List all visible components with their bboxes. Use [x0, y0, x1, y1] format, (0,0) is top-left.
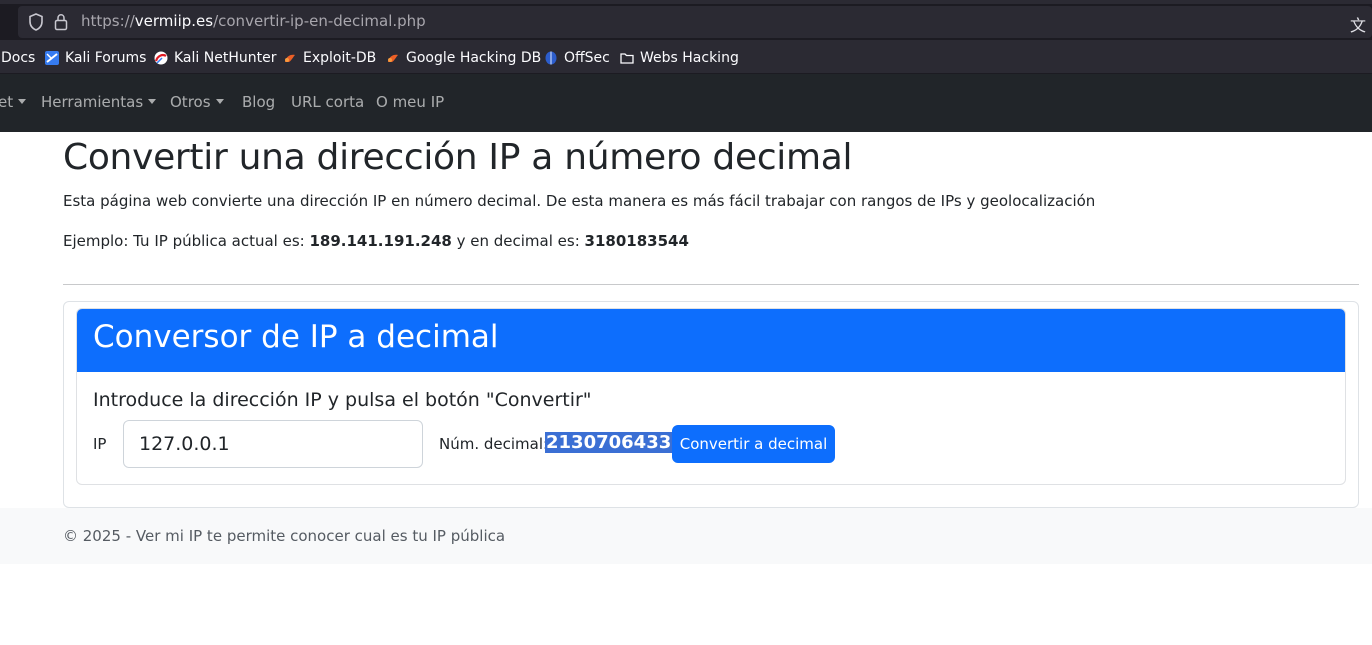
folder-icon — [620, 53, 634, 64]
converter-card-header: Conversor de IP a decimal — [77, 309, 1345, 372]
converter-instruction: Introduce la dirección IP y pulsa el bot… — [93, 389, 592, 411]
example-text: Ejemplo: Tu IP pública actual es: 189.14… — [63, 232, 689, 250]
page-lead: Esta página web convierte una dirección … — [63, 192, 1096, 210]
offsec-icon — [545, 51, 557, 65]
page-title: Convertir una dirección IP a número deci… — [63, 137, 853, 178]
bookmark-webs-hacking[interactable]: Webs Hacking — [620, 48, 739, 68]
chevron-down-icon — [215, 99, 224, 104]
ip-input[interactable] — [123, 420, 423, 468]
example-middle: y en decimal es: — [451, 232, 585, 250]
nav-label: Blog — [242, 93, 276, 111]
kali-nethunter-icon — [154, 51, 168, 65]
kali-forums-icon — [45, 51, 59, 65]
url-prefix: https:// — [81, 12, 135, 30]
footer-text: © 2025 - Ver mi IP te permite conocer cu… — [63, 527, 506, 545]
converter-title: Conversor de IP a decimal — [93, 319, 499, 355]
chevron-down-icon — [18, 99, 27, 104]
example-ip: 189.141.191.248 — [309, 232, 452, 250]
convert-button[interactable]: Convertir a decimal — [672, 425, 835, 463]
decimal-label: Núm. decimal: — [439, 435, 549, 453]
exploit-db-icon — [285, 54, 295, 62]
bookmark-label: Webs Hacking — [640, 50, 739, 66]
bookmark-label: Exploit-DB — [303, 50, 377, 66]
address-bar[interactable]: https://vermiip.es/convertir-ip-en-decim… — [18, 6, 1372, 38]
ip-label: IP — [93, 435, 107, 453]
nav-item-o-meu-ip[interactable]: O meu IP — [376, 93, 444, 111]
nav-item-blog[interactable]: Blog — [242, 93, 275, 111]
bookmark-google-hacking-db[interactable]: Google Hacking DB — [386, 48, 541, 68]
translate-icon[interactable]: 文 — [1350, 12, 1368, 35]
bookmark-offsec[interactable]: OffSec — [544, 48, 610, 68]
decimal-result[interactable]: 2130706433 — [545, 432, 673, 453]
chevron-down-icon — [148, 99, 157, 104]
browser-toolbar: https://vermiip.es/convertir-ip-en-decim… — [0, 0, 1372, 40]
bookmark-label: OffSec — [564, 50, 610, 66]
shield-icon[interactable] — [28, 13, 44, 31]
bookmark-exploit-db[interactable]: Exploit-DB — [283, 48, 376, 68]
nav-item-internet[interactable]: et — [0, 93, 27, 111]
bookmark-kali-forums[interactable]: Kali Forums — [45, 48, 146, 68]
nav-label: et — [0, 93, 14, 111]
url-host: vermiip.es — [134, 12, 214, 30]
url-path: /convertir-ip-en-decimal.php — [213, 12, 426, 30]
nav-item-herramientas[interactable]: Herramientas — [41, 93, 157, 111]
bookmark-label: Kali Forums — [65, 50, 147, 66]
url-text[interactable]: https://vermiip.es/convertir-ip-en-decim… — [81, 12, 426, 30]
tab-strip-edge — [0, 0, 1372, 4]
nav-item-otros[interactable]: Otros — [170, 93, 224, 111]
converter-card: Conversor de IP a decimal Introduce la d… — [76, 308, 1346, 485]
nav-label: Otros — [170, 93, 211, 111]
nav-label: URL corta — [291, 93, 365, 111]
nav-item-url-corta[interactable]: URL corta — [291, 93, 364, 111]
nav-label: O meu IP — [376, 93, 445, 111]
footer: © 2025 - Ver mi IP te permite conocer cu… — [0, 508, 1372, 564]
bookmark-label: Kali NetHunter — [174, 50, 277, 66]
site-navbar: et Herramientas Otros Blog URL corta O m… — [0, 74, 1372, 132]
nav-label: Herramientas — [41, 93, 144, 111]
bookmark-kali-nethunter[interactable]: Kali NetHunter — [154, 48, 276, 68]
lock-icon[interactable] — [54, 13, 68, 31]
example-prefix: Ejemplo: Tu IP pública actual es: — [63, 232, 310, 250]
example-decimal: 3180183544 — [584, 232, 689, 250]
bookmark-label: Docs — [1, 50, 36, 66]
bookmarks-bar: Docs Kali Forums Kali NetHunter Exploit-… — [0, 40, 1372, 74]
ghdb-icon — [388, 54, 398, 62]
divider — [63, 284, 1359, 285]
bookmark-label: Google Hacking DB — [406, 50, 542, 66]
bookmark-docs[interactable]: Docs — [1, 48, 35, 68]
